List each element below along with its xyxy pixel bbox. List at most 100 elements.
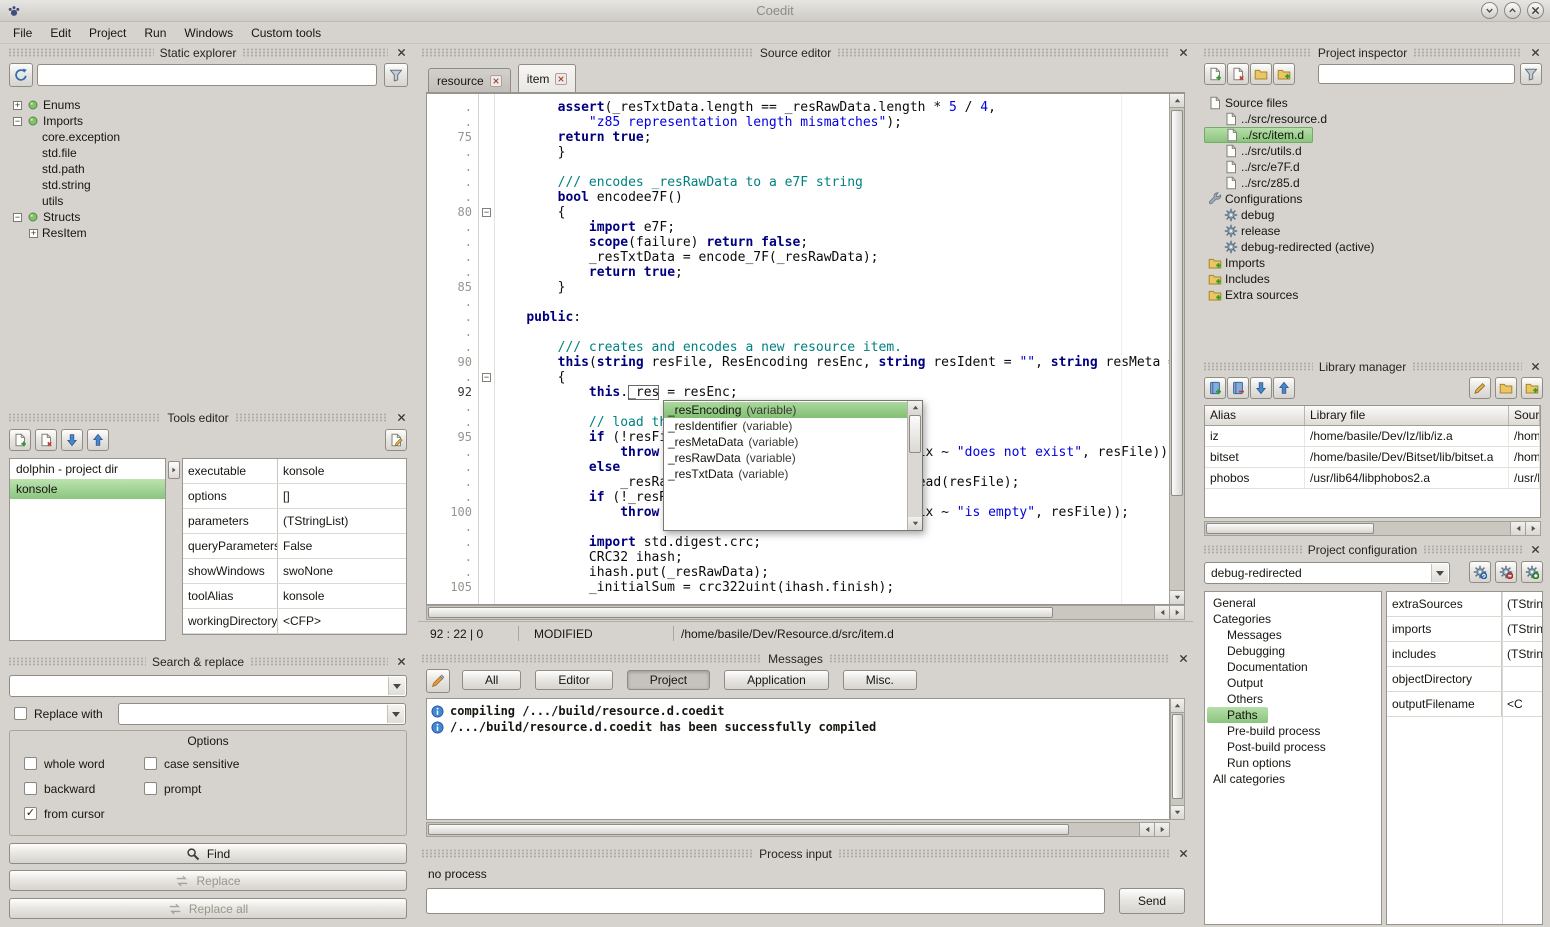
option-backward[interactable]: backward	[24, 776, 105, 801]
code-line[interactable]: bool encodee7F()	[495, 190, 1169, 205]
expander-icon[interactable]: −	[13, 117, 22, 126]
completion-item-restxtdata[interactable]: _resTxtData(variable)	[664, 466, 907, 482]
tree-item-std-path[interactable]: std.path	[9, 161, 93, 177]
scroll-down-button[interactable]	[1170, 590, 1184, 604]
expander-icon[interactable]: +	[13, 101, 22, 110]
property-parameters[interactable]: parameters(TStringList)	[183, 509, 406, 534]
inspector-search-input[interactable]	[1318, 64, 1515, 84]
scroll-down-button[interactable]	[908, 517, 922, 530]
close-panel-icon[interactable]	[394, 46, 408, 60]
code-line[interactable]: this(string resFile, ResEncoding resEnc,…	[495, 355, 1169, 370]
scrollbar-track[interactable]	[1170, 108, 1184, 590]
remove-source-button[interactable]	[1227, 63, 1249, 85]
menu-custom-tools[interactable]: Custom tools	[242, 23, 330, 43]
add-source-button[interactable]	[1204, 63, 1226, 85]
category-documentation[interactable]: Documentation	[1207, 659, 1318, 675]
editor-vscrollbar[interactable]	[1169, 94, 1184, 604]
menu-run[interactable]: Run	[135, 23, 175, 43]
code-line[interactable]: /// creates and encodes a new resource i…	[495, 340, 1169, 355]
tree-item-debug[interactable]: debug	[1204, 207, 1282, 223]
scrollbar-thumb[interactable]	[428, 607, 1053, 618]
shade-button[interactable]	[1481, 2, 1498, 19]
message-row[interactable]: compiling /.../build/resource.d.coedit	[431, 703, 1165, 719]
code-line[interactable]: {	[495, 205, 1169, 220]
splitter-button[interactable]	[168, 461, 180, 479]
code-line[interactable]	[495, 325, 1169, 340]
scrollbar-track[interactable]	[1205, 522, 1510, 535]
fold-marker-icon[interactable]: −	[482, 208, 491, 217]
clear-messages-button[interactable]	[426, 669, 450, 693]
scroll-left-button[interactable]	[1510, 522, 1525, 535]
filter-all-button[interactable]: All	[462, 670, 521, 690]
move-tool-up-button[interactable]	[87, 429, 109, 451]
code-line[interactable]	[495, 160, 1169, 175]
category-run-options[interactable]: Run options	[1207, 755, 1301, 771]
edit-tool-button[interactable]	[385, 429, 407, 451]
category-categories[interactable]: Categories	[1207, 611, 1281, 627]
expander-icon[interactable]: +	[29, 229, 38, 238]
fold-marker-icon[interactable]: −	[482, 373, 491, 382]
column-header-sources[interactable]: Sources	[1509, 406, 1540, 425]
completion-item-resencoding[interactable]: _resEncoding(variable)	[664, 402, 907, 418]
tree-item-debug-redirected-active[interactable]: debug-redirected (active)	[1204, 239, 1382, 255]
scroll-right-button[interactable]	[1154, 823, 1169, 836]
menu-windows[interactable]: Windows	[175, 23, 242, 43]
category-messages[interactable]: Messages	[1207, 627, 1292, 643]
category-output[interactable]: Output	[1207, 675, 1273, 691]
completion-scrollbar[interactable]	[907, 401, 922, 530]
filter-editor-button[interactable]: Editor	[535, 670, 612, 690]
add-library-button[interactable]	[1204, 377, 1226, 399]
scroll-left-button[interactable]	[1154, 606, 1169, 619]
code-area[interactable]: assert(_resTxtData.length == _resRawData…	[495, 94, 1169, 604]
tree-item-core-exception[interactable]: core.exception	[9, 129, 128, 145]
property-objectdirectory[interactable]: objectDirectory	[1387, 667, 1542, 692]
close-panel-icon[interactable]	[1176, 847, 1190, 861]
tab-close-icon[interactable]	[490, 75, 502, 87]
code-line[interactable]: /// encodes _resRawData to a e7F string	[495, 175, 1169, 190]
scrollbar-thumb[interactable]	[1172, 714, 1183, 799]
sync-configuration-button[interactable]	[1469, 561, 1491, 583]
code-line[interactable]: "z85 representation length mismatches");	[495, 115, 1169, 130]
library-row-iz[interactable]: iz/home/basile/Dev/Iz/lib/iz.a/home/basi…	[1205, 426, 1540, 447]
search-term-combo[interactable]	[9, 675, 407, 697]
open-library-folder-button[interactable]	[1495, 377, 1517, 399]
completion-item-resmetadata[interactable]: _resMetaData(variable)	[664, 434, 907, 450]
code-line[interactable]: public:	[495, 310, 1169, 325]
scrollbar-thumb[interactable]	[1206, 523, 1374, 534]
option-from-cursor[interactable]: ✓from cursor	[24, 801, 105, 826]
completion-item-resrawdata[interactable]: _resRawData(variable)	[664, 450, 907, 466]
tree-item-enums[interactable]: +Enums	[9, 97, 88, 113]
code-line[interactable]: ihash.put(_resRawData);	[495, 565, 1169, 580]
project-folder-button[interactable]	[1250, 63, 1272, 85]
maximize-button[interactable]	[1504, 2, 1521, 19]
category-pre-build-process[interactable]: Pre-build process	[1207, 723, 1330, 739]
category-post-build-process[interactable]: Post-build process	[1207, 739, 1336, 755]
tree-item-includes[interactable]: Includes	[1204, 271, 1278, 287]
code-line[interactable]: scope(failure) return false;	[495, 235, 1169, 250]
code-line[interactable]: import e7F;	[495, 220, 1169, 235]
code-line[interactable]: assert(_resTxtData.length == _resRawData…	[495, 100, 1169, 115]
code-editor[interactable]: ..75....80....85....90.92..95....100....…	[426, 93, 1185, 605]
scrollbar-track[interactable]	[1171, 713, 1184, 805]
replace-with-checkbox[interactable]: Replace with	[14, 701, 103, 726]
option-case-sensitive[interactable]: case sensitive	[144, 751, 239, 776]
code-line[interactable]: _initialSum = crc322uint(ihash.finish);	[495, 580, 1169, 595]
close-panel-icon[interactable]	[1528, 46, 1542, 60]
menu-edit[interactable]: Edit	[41, 23, 80, 43]
move-library-up-button[interactable]	[1273, 377, 1295, 399]
tab-item[interactable]: item	[518, 64, 577, 92]
property-executable[interactable]: executablekonsole	[183, 459, 406, 484]
scroll-left-button[interactable]	[1139, 823, 1154, 836]
close-panel-icon[interactable]	[394, 411, 408, 425]
add-library-folder-button[interactable]	[1521, 377, 1543, 399]
property-toolalias[interactable]: toolAliaskonsole	[183, 584, 406, 609]
message-row[interactable]: /.../build/resource.d.coedit has been su…	[431, 719, 1165, 735]
scroll-up-button[interactable]	[1171, 699, 1184, 713]
scrollbar-thumb[interactable]	[428, 824, 1069, 835]
property-showwindows[interactable]: showWindowsswoNone	[183, 559, 406, 584]
remove-configuration-button[interactable]	[1495, 561, 1517, 583]
code-line[interactable]	[495, 295, 1169, 310]
tab-resource[interactable]: resource	[428, 68, 511, 92]
scroll-down-button[interactable]	[1171, 805, 1184, 819]
scroll-right-button[interactable]	[1169, 606, 1184, 619]
